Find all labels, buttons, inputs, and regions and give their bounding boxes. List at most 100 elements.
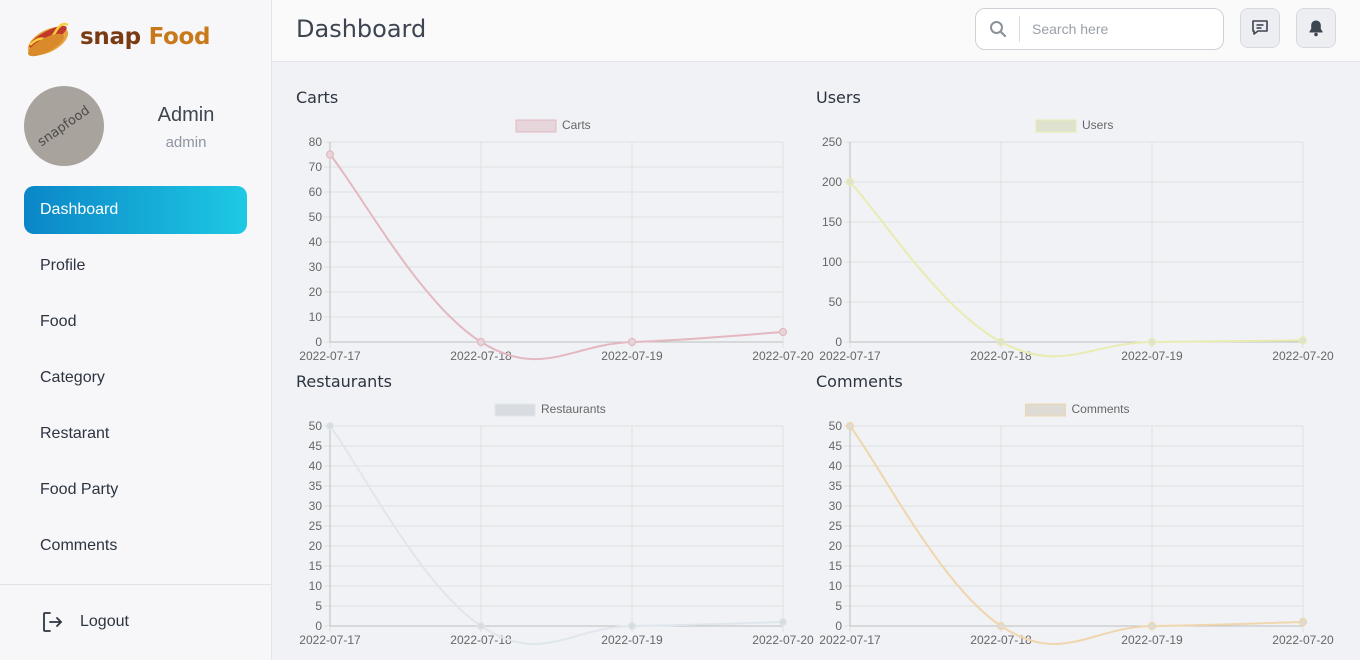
search-input[interactable] [1032, 21, 1212, 37]
x-tick-label: 2022-07-17 [299, 633, 361, 647]
data-point [627, 621, 637, 631]
y-tick-label: 250 [822, 135, 842, 149]
x-tick-label: 2022-07-20 [752, 633, 814, 647]
brand-name-part2: Food [148, 24, 211, 50]
brand-name: snap Food [80, 24, 211, 50]
y-tick-label: 0 [315, 619, 322, 633]
x-tick-label: 2022-07-18 [450, 349, 512, 363]
legend-swatch [1025, 403, 1066, 417]
sidebar-item-food[interactable]: Food [24, 298, 247, 346]
restaurants-chart: Restaurants 0 5 10 15 20 25 30 35 40 45 50 2022-07-1… [299, 402, 814, 647]
brand-name-part1: snap [80, 24, 141, 50]
x-tick-label: 2022-07-17 [299, 349, 361, 363]
y-tick-label: 35 [829, 479, 843, 493]
series-line [849, 425, 1304, 645]
chat-message-icon [1252, 20, 1268, 35]
chart-legend: Restaurants [494, 402, 606, 417]
sidebar-item-restaurant[interactable]: Restarant [24, 410, 247, 458]
chart-legend: Comments [1025, 402, 1130, 417]
sidebar: snap Food snapfood Admin admin Dashboard… [0, 0, 272, 660]
y-tick-label: 35 [309, 479, 323, 493]
sidebar-item-comments[interactable]: Comments [24, 522, 247, 570]
y-tick-label: 25 [829, 519, 843, 533]
chart-title-carts: Carts [296, 88, 339, 107]
data-point [778, 327, 788, 337]
y-tick-label: 200 [822, 175, 842, 189]
series-line [849, 181, 1304, 358]
y-tick-label: 10 [309, 310, 323, 324]
chart-title-comments: Comments [816, 372, 903, 391]
chart-legend: Users [1035, 118, 1113, 133]
data-point [996, 337, 1006, 347]
y-tick-label: 10 [829, 579, 843, 593]
y-tick-label: 50 [829, 419, 843, 433]
y-tick-label: 50 [309, 210, 323, 224]
y-tick-label: 15 [309, 559, 323, 573]
legend-swatch [494, 403, 536, 417]
data-point [476, 621, 486, 631]
data-point [1298, 336, 1308, 345]
legend-swatch [515, 119, 557, 133]
user-role: admin [165, 134, 207, 151]
y-tick-label: 5 [835, 599, 842, 613]
x-tick-label: 2022-07-20 [1272, 633, 1334, 647]
divider [0, 584, 271, 585]
page-title: Dashboard [296, 15, 427, 43]
legend-label: Restaurants [541, 402, 606, 416]
y-tick-label: 0 [315, 335, 322, 349]
users-chart: Users0501001502002502022-07-17 2022-07-18… [819, 118, 1334, 363]
y-tick-label: 50 [309, 419, 323, 433]
series-line [329, 153, 784, 361]
y-tick-label: 70 [309, 160, 323, 174]
y-tick-label: 45 [829, 439, 843, 453]
y-tick-label: 0 [835, 335, 842, 349]
y-tick-label: 150 [822, 215, 842, 229]
y-tick-label: 100 [822, 255, 842, 269]
sidebar-item-profile[interactable]: Profile [24, 242, 247, 290]
y-tick-label: 45 [309, 439, 323, 453]
x-tick-label: 2022-07-20 [1272, 349, 1334, 363]
avatar-text: snapfood [35, 102, 93, 150]
data-point [996, 621, 1006, 631]
x-tick-label: 2022-07-18 [450, 633, 512, 647]
data-point [627, 337, 637, 347]
data-point [325, 150, 335, 159]
y-tick-label: 30 [309, 499, 323, 513]
y-tick-label: 60 [309, 185, 323, 199]
y-tick-label: 15 [829, 559, 843, 573]
user-name: Admin [157, 104, 215, 126]
chart-title-users: Users [816, 88, 861, 107]
top-header: Dashboard [272, 0, 1360, 62]
sidebar-nav: Dashboard Profile Food Category Restaran… [24, 186, 247, 578]
chart-legend: Carts [515, 118, 591, 133]
messages-button[interactable] [1240, 8, 1280, 48]
y-tick-label: 20 [309, 539, 323, 553]
brand-logo[interactable]: snap Food [24, 14, 211, 60]
legend-label: Users [1082, 118, 1113, 132]
data-point [1147, 337, 1157, 347]
sidebar-item-dashboard[interactable]: Dashboard [24, 186, 247, 234]
x-tick-label: 2022-07-19 [601, 633, 663, 647]
y-tick-label: 40 [309, 235, 323, 249]
y-tick-label: 20 [829, 539, 843, 553]
x-tick-label: 2022-07-19 [1121, 349, 1183, 363]
y-tick-label: 40 [309, 459, 323, 473]
sidebar-item-category[interactable]: Category [24, 354, 247, 402]
legend-label: Comments [1072, 402, 1130, 416]
data-point [1298, 617, 1308, 627]
sidebar-item-food-party[interactable]: Food Party [24, 466, 247, 514]
avatar[interactable]: snapfood [24, 86, 104, 166]
legend-swatch [1035, 119, 1077, 133]
data-point [325, 421, 335, 431]
carts-chart: Carts 0 10 20 30 40 50 60 70 80 2022-07-17 2022-07-… [299, 118, 814, 363]
data-point [778, 617, 788, 627]
logout-button[interactable]: Logout [40, 610, 129, 634]
comments-chart: Comments 0 5 10 15 20 25 30 35 40 45 50 2022-07-17 20… [819, 402, 1334, 647]
x-tick-label: 2022-07-17 [819, 633, 881, 647]
y-tick-label: 0 [835, 619, 842, 633]
notifications-button[interactable] [1296, 8, 1336, 48]
y-tick-label: 30 [309, 260, 323, 274]
x-tick-label: 2022-07-19 [1121, 633, 1183, 647]
search-icon[interactable] [976, 16, 1020, 42]
hotdog-icon [27, 22, 69, 57]
